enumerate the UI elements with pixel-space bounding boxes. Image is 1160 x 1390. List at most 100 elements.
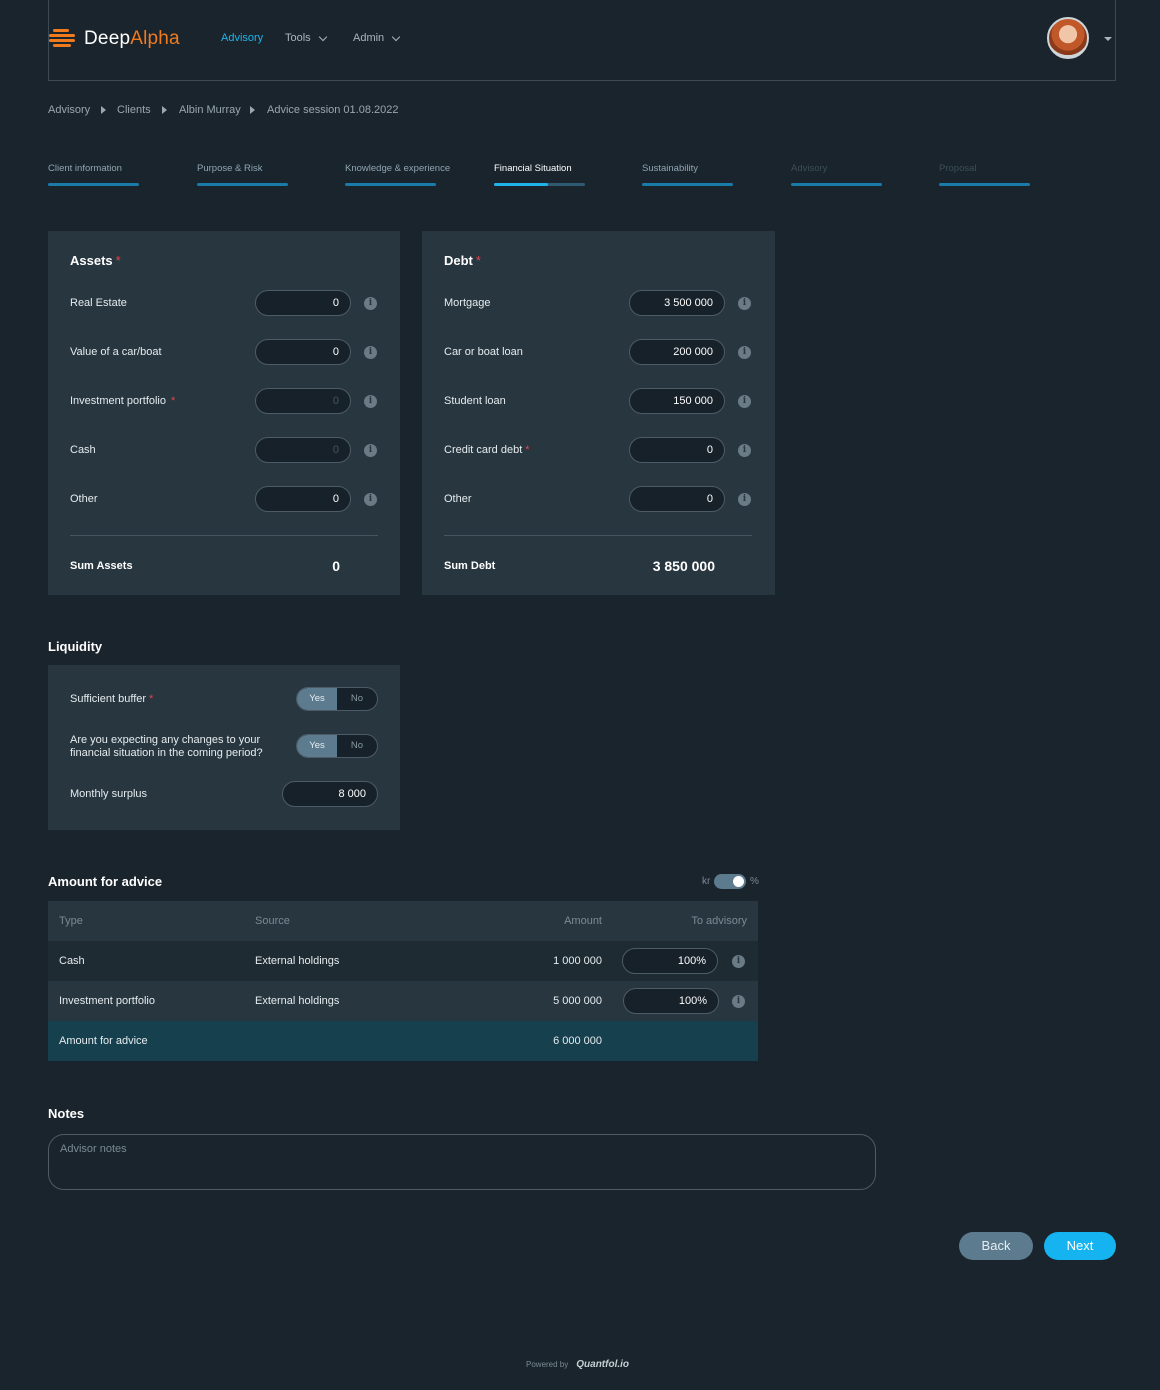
next-button[interactable]: Next (1044, 1232, 1116, 1260)
expecting-changes-label: Are you expecting any changes to your fi… (70, 734, 263, 759)
sufficient-buffer-toggle[interactable]: Yes No (296, 687, 378, 711)
caret-right-icon (250, 106, 255, 114)
row-type: Investment portfolio (59, 995, 155, 1007)
car-boat-label: Value of a car/boat (70, 346, 162, 358)
table-header: Type Source Amount To advisory (48, 901, 758, 941)
top-bar: DeepAlpha Advisory Tools Admin (48, 0, 1116, 81)
quantfolio-logo[interactable]: Quantfol.io (576, 1359, 629, 1370)
other-assets-label: Other (70, 493, 98, 505)
car-boat-loan-input[interactable]: 200 000 (629, 339, 725, 365)
step-purpose-risk[interactable]: Purpose & Risk (197, 163, 288, 186)
notes-title: Notes (48, 1106, 85, 1121)
info-icon[interactable]: i (738, 493, 751, 506)
table-total-row: Amount for advice 6 000 000 (48, 1021, 758, 1061)
unit-kr-label: kr (702, 876, 711, 887)
info-icon[interactable]: i (364, 395, 377, 408)
caret-right-icon (101, 106, 106, 114)
real-estate-input[interactable]: 0 (255, 290, 351, 316)
back-button[interactable]: Back (959, 1232, 1033, 1260)
nav-admin[interactable]: Admin (353, 32, 401, 44)
investment-portfolio-label: Investment portfolio * (70, 395, 176, 407)
breadcrumb-session: Advice session 01.08.2022 (267, 104, 399, 116)
yes-option[interactable]: Yes (297, 688, 337, 710)
divider (70, 535, 378, 536)
student-loan-label: Student loan (444, 395, 506, 407)
info-icon[interactable]: i (364, 493, 377, 506)
info-icon[interactable]: i (364, 444, 377, 457)
no-option[interactable]: No (337, 688, 377, 710)
nav-tools[interactable]: Tools (285, 32, 327, 44)
breadcrumb-clients[interactable]: Clients (117, 104, 151, 116)
breadcrumb-advisory[interactable]: Advisory (48, 104, 90, 116)
total-value: 6 000 000 (553, 1035, 602, 1047)
nav-advisory[interactable]: Advisory (221, 32, 263, 44)
amount-for-advice-title: Amount for advice (48, 874, 163, 889)
info-icon[interactable]: i (738, 395, 751, 408)
yes-option[interactable]: Yes (297, 735, 337, 757)
table-row: Investment portfolio External holdings 5… (48, 981, 758, 1021)
expecting-changes-toggle[interactable]: Yes No (296, 734, 378, 758)
cash-input[interactable]: 0 (255, 437, 351, 463)
notes-placeholder: Advisor notes (60, 1143, 127, 1155)
assets-title: Assets * (70, 253, 121, 268)
header-source: Source (255, 915, 290, 927)
sufficient-buffer-label: Sufficient buffer * (70, 693, 154, 705)
step-financial-situation[interactable]: Financial Situation (494, 163, 585, 186)
row-amount: 1 000 000 (553, 955, 602, 967)
liquidity-title: Liquidity (48, 639, 103, 654)
mortgage-label: Mortgage (444, 297, 491, 309)
other-assets-input[interactable]: 0 (255, 486, 351, 512)
info-icon[interactable]: i (738, 346, 751, 359)
step-client-information[interactable]: Client information (48, 163, 139, 186)
unit-toggle-switch[interactable] (714, 874, 746, 889)
logo-icon (49, 29, 75, 49)
mortgage-input[interactable]: 3 500 000 (629, 290, 725, 316)
avatar[interactable] (1047, 17, 1089, 59)
step-sustainability[interactable]: Sustainability (642, 163, 733, 186)
amount-table: Type Source Amount To advisory Cash Exte… (48, 901, 758, 1061)
step-knowledge-experience[interactable]: Knowledge & experience (345, 163, 450, 186)
debt-title: Debt * (444, 253, 481, 268)
investment-portfolio-input[interactable]: 0 (255, 388, 351, 414)
advisor-notes-textarea[interactable]: Advisor notes (48, 1134, 876, 1190)
info-icon[interactable]: i (738, 297, 751, 310)
monthly-surplus-label: Monthly surplus (70, 788, 148, 800)
monthly-surplus-input[interactable]: 8 000 (282, 781, 378, 807)
header-amount: Amount (564, 915, 602, 927)
step-proposal: Proposal (939, 163, 1030, 186)
info-icon[interactable]: i (732, 995, 745, 1008)
row-amount: 5 000 000 (553, 995, 602, 1007)
cash-label: Cash (70, 444, 96, 456)
other-debt-label: Other (444, 493, 472, 505)
to-advisory-input[interactable]: 100% (623, 988, 719, 1014)
logo[interactable]: DeepAlpha (49, 28, 180, 50)
info-icon[interactable]: i (364, 297, 377, 310)
sum-assets-value: 0 (332, 558, 340, 574)
breadcrumb-client[interactable]: Albin Murray (179, 104, 241, 116)
real-estate-label: Real Estate (70, 297, 127, 309)
car-boat-input[interactable]: 0 (255, 339, 351, 365)
liquidity-card: Sufficient buffer * Yes No Are you expect… (48, 665, 400, 830)
divider (444, 535, 752, 536)
logo-text: DeepAlpha (84, 28, 180, 49)
row-source: External holdings (255, 955, 340, 967)
info-icon[interactable]: i (732, 955, 745, 968)
caret-right-icon (162, 106, 167, 114)
step-advisory: Advisory (791, 163, 882, 186)
caret-down-icon[interactable] (1104, 37, 1112, 41)
debt-card: Debt * Mortgage 3 500 000 i Car or boat l… (422, 231, 775, 595)
sum-debt-value: 3 850 000 (652, 558, 715, 574)
sum-debt-label: Sum Debt (444, 560, 496, 572)
student-loan-input[interactable]: 150 000 (629, 388, 725, 414)
other-debt-input[interactable]: 0 (629, 486, 725, 512)
chevron-down-icon (391, 32, 401, 41)
powered-by: Powered by Quantfol.io (526, 1359, 630, 1370)
no-option[interactable]: No (337, 735, 377, 757)
unit-percent-label: % (750, 876, 759, 887)
info-icon[interactable]: i (738, 444, 751, 457)
info-icon[interactable]: i (364, 346, 377, 359)
to-advisory-input[interactable]: 100% (622, 948, 718, 974)
assets-card: Assets * Real Estate 0 i Value of a car/b… (48, 231, 400, 595)
total-label: Amount for advice (59, 1035, 148, 1047)
credit-card-debt-input[interactable]: 0 (629, 437, 725, 463)
